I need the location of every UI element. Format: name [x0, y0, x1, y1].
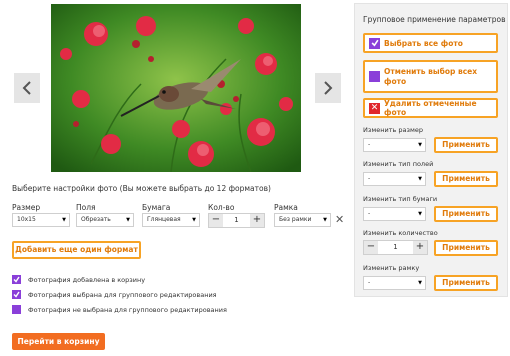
delete-selected-button[interactable]: ✕ Удалить отмеченные фото: [363, 98, 498, 118]
chevron-down-icon: ▼: [418, 176, 422, 182]
chevron-down-icon: ▼: [418, 280, 422, 286]
legend-selected: Фотография выбрана для группового редакт…: [28, 291, 217, 299]
qty-label: Кол-во: [208, 203, 235, 212]
frame-select[interactable]: Без рамки ▼: [274, 213, 331, 227]
change-frame-select[interactable]: - ▼: [363, 276, 426, 290]
chevron-down-icon: ▼: [323, 217, 327, 223]
change-paper-label: Изменить тип бумаги: [363, 195, 438, 203]
qty-stepper[interactable]: − 1 +: [208, 213, 265, 228]
delete-icon: ✕: [369, 102, 380, 114]
go-to-cart-button[interactable]: Перейти в корзину: [12, 333, 105, 350]
apply-fields-button[interactable]: Применить: [434, 171, 498, 187]
minus-button[interactable]: −: [364, 241, 378, 254]
fields-select[interactable]: Обрезать ▼: [76, 213, 134, 227]
change-qty-label: Изменить количество: [363, 229, 438, 237]
change-qty-value[interactable]: 1: [378, 241, 413, 254]
change-fields-select[interactable]: - ▼: [363, 172, 426, 186]
paper-select[interactable]: Глянцевая ▼: [142, 213, 200, 227]
square-icon: [12, 305, 21, 314]
apply-frame-button[interactable]: Применить: [434, 275, 498, 291]
size-label: Размер: [12, 203, 41, 212]
checked-box-icon: [12, 275, 21, 284]
square-icon: [369, 71, 380, 82]
chevron-down-icon: ▼: [418, 142, 422, 148]
chevron-right-icon: [324, 81, 333, 95]
apply-size-button[interactable]: Применить: [434, 137, 498, 153]
legend-not-selected: Фотография не выбрана для группового ред…: [28, 306, 227, 314]
prev-photo-button[interactable]: [14, 73, 40, 103]
remove-format-icon[interactable]: ✕: [335, 214, 344, 225]
chevron-down-icon: ▼: [62, 217, 66, 223]
photo-preview: [51, 4, 301, 172]
qty-value[interactable]: 1: [223, 214, 250, 227]
plus-button[interactable]: +: [413, 241, 427, 254]
apply-qty-button[interactable]: Применить: [434, 240, 498, 256]
next-photo-button[interactable]: [315, 73, 341, 103]
change-size-select[interactable]: - ▼: [363, 138, 426, 152]
chevron-down-icon: ▼: [126, 217, 130, 223]
check-icon: [12, 290, 21, 299]
plus-button[interactable]: +: [250, 214, 264, 227]
chevron-down-icon: ▼: [418, 211, 422, 217]
size-select[interactable]: 10x15 ▼: [12, 213, 70, 227]
change-qty-stepper[interactable]: − 1 +: [363, 240, 428, 255]
add-format-button[interactable]: Добавить еще один формат: [12, 241, 141, 259]
apply-paper-button[interactable]: Применить: [434, 206, 498, 222]
panel-title: Групповое применение параметров: [363, 15, 506, 24]
group-params-panel: Групповое применение параметров Выбрать …: [354, 3, 508, 297]
deselect-all-button[interactable]: Отменить выбор всех фото: [363, 60, 498, 93]
change-size-label: Изменить размер: [363, 126, 423, 134]
chevron-left-icon: [22, 81, 31, 95]
frame-label: Рамка: [274, 203, 298, 212]
chevron-down-icon: ▼: [192, 217, 196, 223]
checked-box-icon: [369, 37, 380, 49]
select-all-button[interactable]: Выбрать все фото: [363, 33, 498, 53]
minus-button[interactable]: −: [209, 214, 223, 227]
paper-label: Бумага: [142, 203, 171, 212]
change-fields-label: Изменить тип полей: [363, 160, 434, 168]
fields-label: Поля: [76, 203, 96, 212]
change-paper-select[interactable]: - ▼: [363, 207, 426, 221]
legend-in-cart: Фотография добавлена в корзину: [28, 276, 146, 284]
change-frame-label: Изменить рамку: [363, 264, 420, 272]
settings-heading: Выберите настройки фото (Вы можете выбра…: [12, 184, 271, 193]
